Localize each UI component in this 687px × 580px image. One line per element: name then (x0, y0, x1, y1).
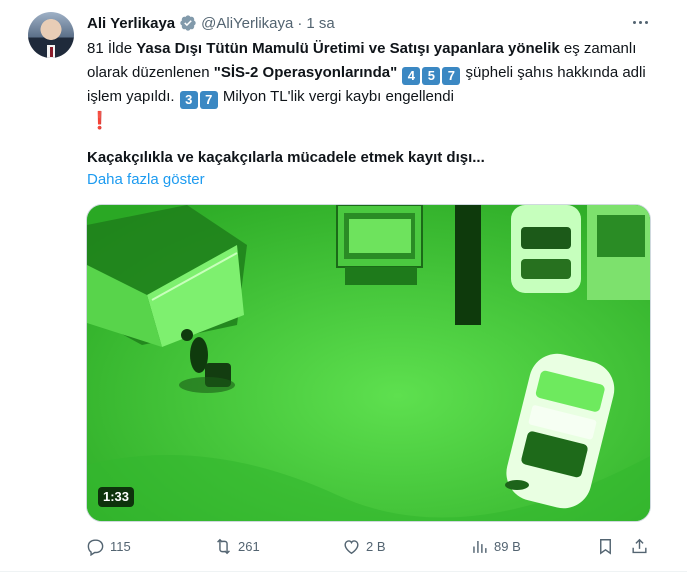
like-button[interactable]: 2 B (342, 535, 386, 557)
video-duration-badge: 1:33 (98, 487, 135, 507)
tweet-text: 81 İlde Yasa Dışı Tütün Mamulü Üretimi v… (87, 37, 647, 134)
views-count: 89 B (494, 538, 521, 554)
divider (0, 571, 687, 572)
keycap-digit: 5 (422, 67, 441, 85)
exclamation-icon: ❗ (89, 111, 111, 130)
like-icon (344, 539, 359, 554)
tweet-text-second-paragraph: Kaçakçılıkla ve kaçakçılarla mücadele et… (87, 149, 485, 166)
share-button[interactable] (630, 535, 654, 557)
keycap-digit: 7 (199, 91, 218, 109)
share-icon (632, 538, 647, 553)
show-more-link[interactable]: Daha fazla göster (87, 170, 205, 190)
keycap-digit: 4 (402, 67, 421, 85)
tweet-card[interactable]: Ali Yerlikaya @AliYerlikaya · 1 sa 81 İl… (0, 0, 687, 580)
video-player[interactable] (86, 204, 651, 522)
action-bar: 115 261 2 B 89 B (0, 535, 687, 557)
separator-dot: · (297, 14, 303, 32)
author-name[interactable]: Ali Yerlikaya (87, 15, 175, 32)
reply-button[interactable]: 115 (86, 535, 131, 557)
retweet-count: 261 (238, 538, 260, 554)
text-segment: 81 İlde (87, 40, 137, 57)
tweet-header: Ali Yerlikaya @AliYerlikaya · 1 sa (87, 12, 335, 34)
author-avatar[interactable] (28, 12, 74, 58)
avatar-tie (49, 47, 53, 57)
bookmark-button[interactable] (596, 535, 620, 557)
reply-icon (87, 538, 104, 556)
text-segment: Milyon TL'lik vergi kaybı engellendi (218, 88, 454, 105)
author-handle[interactable]: @AliYerlikaya (201, 15, 293, 32)
keycap-digit: 7 (442, 67, 461, 85)
verified-badge-icon (180, 15, 196, 31)
text-bold: Yasa Dışı Tütün Mamulü Üretimi ve Satışı… (136, 40, 560, 57)
keycap-digit: 3 (179, 91, 198, 109)
like-count: 2 B (366, 538, 386, 554)
video-frame (87, 205, 650, 521)
tweet-time[interactable]: 1 sa (306, 15, 334, 32)
bookmark-icon (600, 538, 611, 555)
text-bold: "SİS-2 Operasyonlarında" (213, 64, 398, 81)
retweet-button[interactable]: 261 (214, 535, 260, 557)
views-icon (473, 540, 487, 553)
views-button[interactable]: 89 B (470, 535, 521, 557)
retweet-icon (217, 538, 230, 554)
reply-count: 115 (110, 538, 131, 554)
more-icon[interactable] (628, 12, 652, 32)
